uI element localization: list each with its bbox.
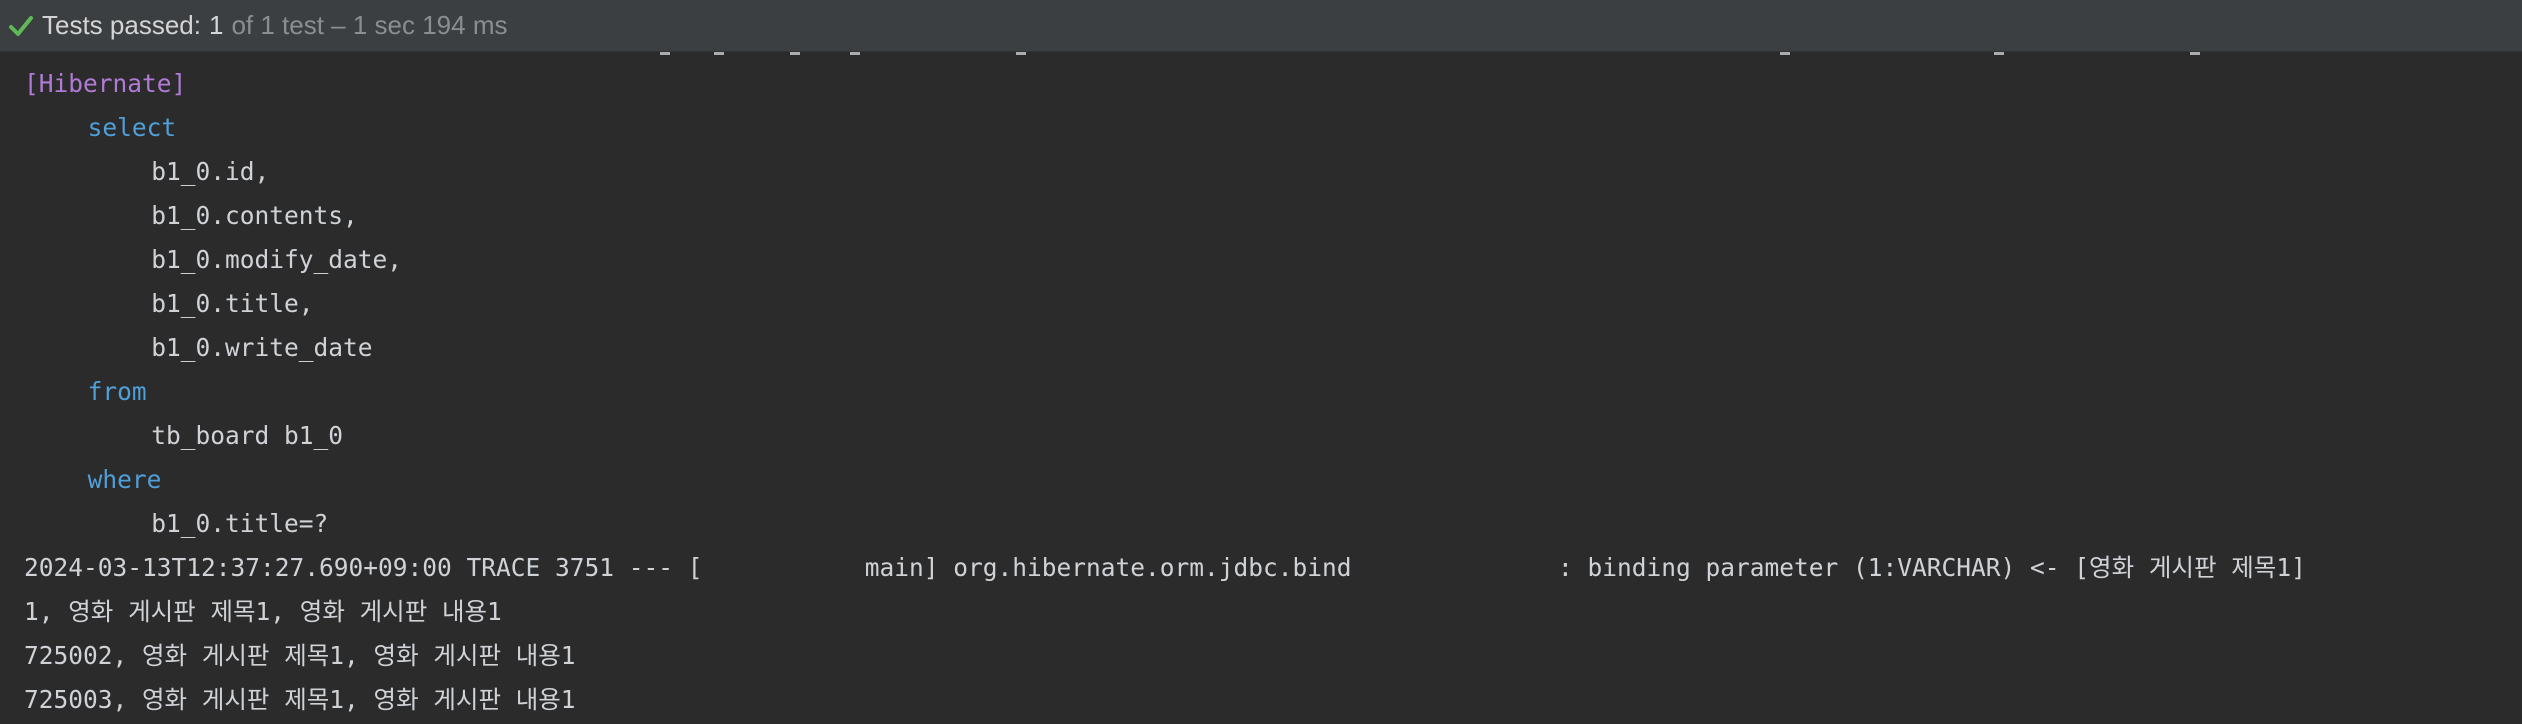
check-icon (9, 15, 33, 36)
console-output[interactable]: [Hibernate] select b1_0.id, b1_0.contents,b… (0, 52, 2522, 724)
passed-count: 1 (208, 10, 224, 40)
console-line: b1_0.title, (151, 289, 314, 318)
sql-keyword-line: where (87, 465, 162, 494)
console-line: b1_0.title=? (151, 509, 329, 538)
console-line: tb_board b1_0 (151, 421, 343, 450)
sql-keyword-line: from (87, 377, 147, 406)
console-line: 725002, 영화 게시판 제목1, 영화 게시판 내용1 (24, 641, 576, 670)
status-detail: of 1 test – 1 sec 194 ms (231, 10, 508, 40)
sql-keyword-line: select (87, 113, 177, 142)
console-line: b1_0.id, (151, 157, 270, 186)
test-status-bar: Tests passed: 1 of 1 test – 1 sec 194 ms (0, 0, 2522, 52)
clipped-previous-line (0, 52, 2522, 56)
console-line: b1_0.modify_date, (151, 245, 402, 274)
run-tool-window: Tests passed: 1 of 1 test – 1 sec 194 ms… (0, 0, 2522, 724)
log-tag-line: [Hibernate] (24, 69, 187, 98)
console-line: 2024-03-13T12:37:27.690+09:00 TRACE 3751… (24, 553, 2306, 582)
console-line: b1_0.write_date (151, 333, 373, 362)
status-label: Tests passed: (42, 10, 201, 40)
console-line: b1_0.contents, (151, 201, 358, 230)
console-line: 725003, 영화 게시판 제목1, 영화 게시판 내용1 (24, 685, 576, 714)
console-line: 1, 영화 게시판 제목1, 영화 게시판 내용1 (24, 597, 502, 626)
